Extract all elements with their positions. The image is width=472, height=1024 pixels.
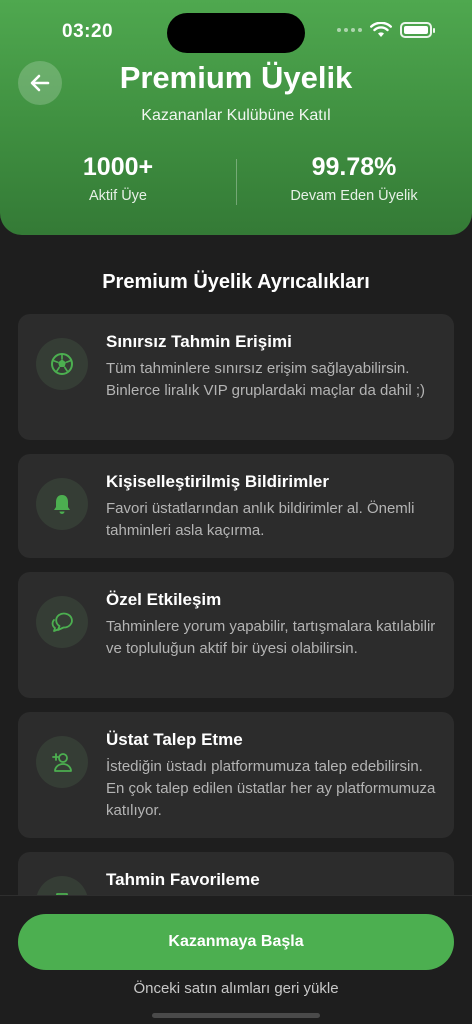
stat-active-members: 1000+ Aktif Üye [8, 153, 228, 204]
feature-description: Favori üstatlarından anlık bildirimler a… [106, 500, 415, 539]
feature-description: İstediğin üstadı platformumuza talep ede… [106, 758, 436, 819]
page-subtitle: Kazananlar Kulübüne Katıl [141, 107, 331, 124]
dynamic-island [167, 13, 305, 53]
status-icons [337, 22, 435, 38]
feature-title: Üstat Talep Etme [106, 730, 243, 749]
feature-title: Sınırsız Tahmin Erişimi [106, 332, 292, 351]
feature-title: Özel Etkileşim [106, 590, 222, 609]
home-indicator [152, 1013, 320, 1018]
feature-card-unlimited-predictions: Sınırsız Tahmin Erişimi Tüm tahminlere s… [18, 314, 454, 440]
battery-icon [400, 22, 435, 38]
stat-ongoing-membership: 99.78% Devam Eden Üyelik [236, 153, 472, 204]
start-winning-button[interactable]: Kazanmaya Başla [18, 914, 454, 970]
signal-dots-icon [337, 28, 362, 32]
restore-purchases-link[interactable]: Önceki satın alımları geri yükle [0, 980, 472, 997]
feature-description: Tüm tahminlere sınırsız erişim sağlayabi… [106, 360, 426, 399]
status-time: 03:20 [62, 21, 114, 42]
person-add-icon [36, 736, 88, 788]
section-title: Premium Üyelik Ayrıcalıkları [102, 271, 370, 293]
feature-title: Tahmin Favorileme [106, 870, 260, 889]
chat-bubbles-icon [36, 596, 88, 648]
stat-value: 1000+ [82, 153, 154, 181]
feature-card-notifications: Kişiselleştirilmiş Bildirimler Favori üs… [18, 454, 454, 558]
page-title: Premium Üyelik [119, 60, 353, 95]
feature-title: Kişiselleştirilmiş Bildirimler [106, 472, 329, 491]
wifi-icon [370, 22, 392, 37]
feature-card-interaction: Özel Etkileşim Tahminlere yorum yapabili… [18, 572, 454, 698]
soccer-ball-icon [36, 338, 88, 390]
stat-value: 99.78% [311, 153, 397, 181]
bottom-bar: Kazanmaya Başla Önceki satın alımları ge… [0, 895, 472, 1024]
stat-label: Aktif Üye [88, 188, 147, 204]
stats-divider [236, 159, 237, 205]
feature-card-expert-request: Üstat Talep Etme İstediğin üstadı platfo… [18, 712, 454, 838]
bell-icon [36, 478, 88, 530]
feature-description: Tahminlere yorum yapabilir, tartışmalara… [106, 618, 436, 657]
stat-label: Devam Eden Üyelik [290, 188, 418, 204]
